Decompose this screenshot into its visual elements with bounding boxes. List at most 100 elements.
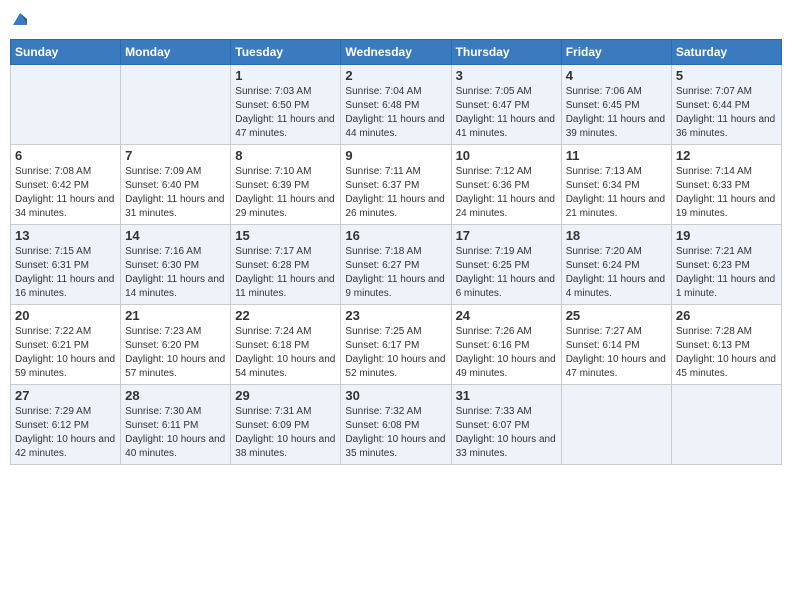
day-info: Sunrise: 7:15 AM Sunset: 6:31 PM Dayligh… xyxy=(15,245,116,301)
day-info: Sunrise: 7:30 AM Sunset: 6:11 PM Dayligh… xyxy=(125,405,226,461)
calendar-table: SundayMondayTuesdayWednesdayThursdayFrid… xyxy=(10,39,782,465)
calendar-cell: 17Sunrise: 7:19 AM Sunset: 6:25 PM Dayli… xyxy=(451,224,561,304)
calendar-cell: 10Sunrise: 7:12 AM Sunset: 6:36 PM Dayli… xyxy=(451,144,561,224)
day-number: 11 xyxy=(566,148,667,163)
calendar-cell: 9 Sunrise: 7:11 AM Sunset: 6:37 PM Daylig… xyxy=(341,144,451,224)
calendar-cell: 22Sunrise: 7:24 AM Sunset: 6:18 PM Dayli… xyxy=(231,304,341,384)
calendar-cell: 8Sunrise: 7:10 AM Sunset: 6:39 PM Daylig… xyxy=(231,144,341,224)
calendar-cell: 3Sunrise: 7:05 AM Sunset: 6:47 PM Daylig… xyxy=(451,64,561,144)
day-number: 13 xyxy=(15,228,116,243)
column-header-thursday: Thursday xyxy=(451,39,561,64)
day-info: Sunrise: 7:33 AM Sunset: 6:07 PM Dayligh… xyxy=(456,405,557,461)
calendar-cell xyxy=(121,64,231,144)
calendar-cell: 13 Sunrise: 7:15 AM Sunset: 6:31 PM Dayli… xyxy=(11,224,121,304)
day-number: 31 xyxy=(456,388,557,403)
calendar-cell: 20 Sunrise: 7:22 AM Sunset: 6:21 PM Dayli… xyxy=(11,304,121,384)
day-info: Sunrise: 7:11 AM Sunset: 6:37 PM Dayligh… xyxy=(345,165,446,221)
day-number: 21 xyxy=(125,308,226,323)
day-number: 23 xyxy=(345,308,446,323)
calendar-header-row: SundayMondayTuesdayWednesdayThursdayFrid… xyxy=(11,39,782,64)
day-number: 26 xyxy=(676,308,777,323)
day-number: 3 xyxy=(456,68,557,83)
day-number: 28 xyxy=(125,388,226,403)
day-number: 18 xyxy=(566,228,667,243)
calendar-cell: 30 Sunrise: 7:32 AM Sunset: 6:08 PM Dayli… xyxy=(341,384,451,464)
calendar-cell xyxy=(671,384,781,464)
day-info: Sunrise: 7:09 AM Sunset: 6:40 PM Dayligh… xyxy=(125,165,226,221)
calendar-cell: 31 Sunrise: 7:33 AM Sunset: 6:07 PM Dayli… xyxy=(451,384,561,464)
day-number: 16 xyxy=(345,228,446,243)
day-number: 14 xyxy=(125,228,226,243)
calendar-cell: 15 Sunrise: 7:17 AM Sunset: 6:28 PM Dayli… xyxy=(231,224,341,304)
calendar-cell: 1Sunrise: 7:03 AM Sunset: 6:50 PM Daylig… xyxy=(231,64,341,144)
day-info: Sunrise: 7:22 AM Sunset: 6:21 PM Dayligh… xyxy=(15,325,116,381)
day-number: 30 xyxy=(345,388,446,403)
day-info: Sunrise: 7:04 AM Sunset: 6:48 PM Dayligh… xyxy=(345,85,446,141)
day-info: Sunrise: 7:16 AM Sunset: 6:30 PM Dayligh… xyxy=(125,245,226,301)
column-header-saturday: Saturday xyxy=(671,39,781,64)
day-number: 20 xyxy=(15,308,116,323)
day-number: 10 xyxy=(456,148,557,163)
day-number: 15 xyxy=(235,228,336,243)
day-info: Sunrise: 7:26 AM Sunset: 6:16 PM Dayligh… xyxy=(456,325,557,381)
column-header-friday: Friday xyxy=(561,39,671,64)
calendar-cell: 29 Sunrise: 7:31 AM Sunset: 6:09 PM Dayli… xyxy=(231,384,341,464)
logo xyxy=(10,10,29,31)
day-number: 29 xyxy=(235,388,336,403)
day-info: Sunrise: 7:07 AM Sunset: 6:44 PM Dayligh… xyxy=(676,85,777,141)
page-header xyxy=(10,10,782,31)
day-info: Sunrise: 7:03 AM Sunset: 6:50 PM Dayligh… xyxy=(235,85,336,141)
calendar-week-row: 13 Sunrise: 7:15 AM Sunset: 6:31 PM Dayli… xyxy=(11,224,782,304)
day-info: Sunrise: 7:29 AM Sunset: 6:12 PM Dayligh… xyxy=(15,405,116,461)
day-info: Sunrise: 7:28 AM Sunset: 6:13 PM Dayligh… xyxy=(676,325,777,381)
day-info: Sunrise: 7:17 AM Sunset: 6:28 PM Dayligh… xyxy=(235,245,336,301)
day-info: Sunrise: 7:08 AM Sunset: 6:42 PM Dayligh… xyxy=(15,165,116,221)
day-number: 12 xyxy=(676,148,777,163)
day-info: Sunrise: 7:31 AM Sunset: 6:09 PM Dayligh… xyxy=(235,405,336,461)
calendar-cell xyxy=(11,64,121,144)
calendar-cell: 23 Sunrise: 7:25 AM Sunset: 6:17 PM Dayli… xyxy=(341,304,451,384)
day-number: 19 xyxy=(676,228,777,243)
day-info: Sunrise: 7:06 AM Sunset: 6:45 PM Dayligh… xyxy=(566,85,667,141)
logo-icon xyxy=(11,11,29,29)
calendar-week-row: 6 Sunrise: 7:08 AM Sunset: 6:42 PM Daylig… xyxy=(11,144,782,224)
calendar-cell: 19 Sunrise: 7:21 AM Sunset: 6:23 PM Dayli… xyxy=(671,224,781,304)
day-number: 4 xyxy=(566,68,667,83)
day-number: 5 xyxy=(676,68,777,83)
day-number: 17 xyxy=(456,228,557,243)
calendar-cell: 12 Sunrise: 7:14 AM Sunset: 6:33 PM Dayli… xyxy=(671,144,781,224)
day-info: Sunrise: 7:21 AM Sunset: 6:23 PM Dayligh… xyxy=(676,245,777,301)
calendar-cell: 7 Sunrise: 7:09 AM Sunset: 6:40 PM Daylig… xyxy=(121,144,231,224)
day-info: Sunrise: 7:23 AM Sunset: 6:20 PM Dayligh… xyxy=(125,325,226,381)
calendar-week-row: 1Sunrise: 7:03 AM Sunset: 6:50 PM Daylig… xyxy=(11,64,782,144)
day-info: Sunrise: 7:25 AM Sunset: 6:17 PM Dayligh… xyxy=(345,325,446,381)
calendar-cell: 28 Sunrise: 7:30 AM Sunset: 6:11 PM Dayli… xyxy=(121,384,231,464)
calendar-cell: 4 Sunrise: 7:06 AM Sunset: 6:45 PM Daylig… xyxy=(561,64,671,144)
day-number: 6 xyxy=(15,148,116,163)
day-info: Sunrise: 7:18 AM Sunset: 6:27 PM Dayligh… xyxy=(345,245,446,301)
day-info: Sunrise: 7:32 AM Sunset: 6:08 PM Dayligh… xyxy=(345,405,446,461)
calendar-cell: 6 Sunrise: 7:08 AM Sunset: 6:42 PM Daylig… xyxy=(11,144,121,224)
column-header-monday: Monday xyxy=(121,39,231,64)
day-info: Sunrise: 7:27 AM Sunset: 6:14 PM Dayligh… xyxy=(566,325,667,381)
calendar-week-row: 27Sunrise: 7:29 AM Sunset: 6:12 PM Dayli… xyxy=(11,384,782,464)
day-number: 24 xyxy=(456,308,557,323)
calendar-cell: 24 Sunrise: 7:26 AM Sunset: 6:16 PM Dayli… xyxy=(451,304,561,384)
calendar-cell: 16 Sunrise: 7:18 AM Sunset: 6:27 PM Dayli… xyxy=(341,224,451,304)
day-number: 8 xyxy=(235,148,336,163)
calendar-cell: 5 Sunrise: 7:07 AM Sunset: 6:44 PM Daylig… xyxy=(671,64,781,144)
day-info: Sunrise: 7:14 AM Sunset: 6:33 PM Dayligh… xyxy=(676,165,777,221)
day-number: 9 xyxy=(345,148,446,163)
column-header-tuesday: Tuesday xyxy=(231,39,341,64)
column-header-sunday: Sunday xyxy=(11,39,121,64)
column-header-wednesday: Wednesday xyxy=(341,39,451,64)
calendar-cell: 25Sunrise: 7:27 AM Sunset: 6:14 PM Dayli… xyxy=(561,304,671,384)
calendar-week-row: 20 Sunrise: 7:22 AM Sunset: 6:21 PM Dayli… xyxy=(11,304,782,384)
calendar-cell: 18Sunrise: 7:20 AM Sunset: 6:24 PM Dayli… xyxy=(561,224,671,304)
calendar-cell: 2 Sunrise: 7:04 AM Sunset: 6:48 PM Daylig… xyxy=(341,64,451,144)
calendar-cell: 27Sunrise: 7:29 AM Sunset: 6:12 PM Dayli… xyxy=(11,384,121,464)
calendar-cell: 11Sunrise: 7:13 AM Sunset: 6:34 PM Dayli… xyxy=(561,144,671,224)
calendar-cell xyxy=(561,384,671,464)
day-number: 7 xyxy=(125,148,226,163)
day-number: 2 xyxy=(345,68,446,83)
